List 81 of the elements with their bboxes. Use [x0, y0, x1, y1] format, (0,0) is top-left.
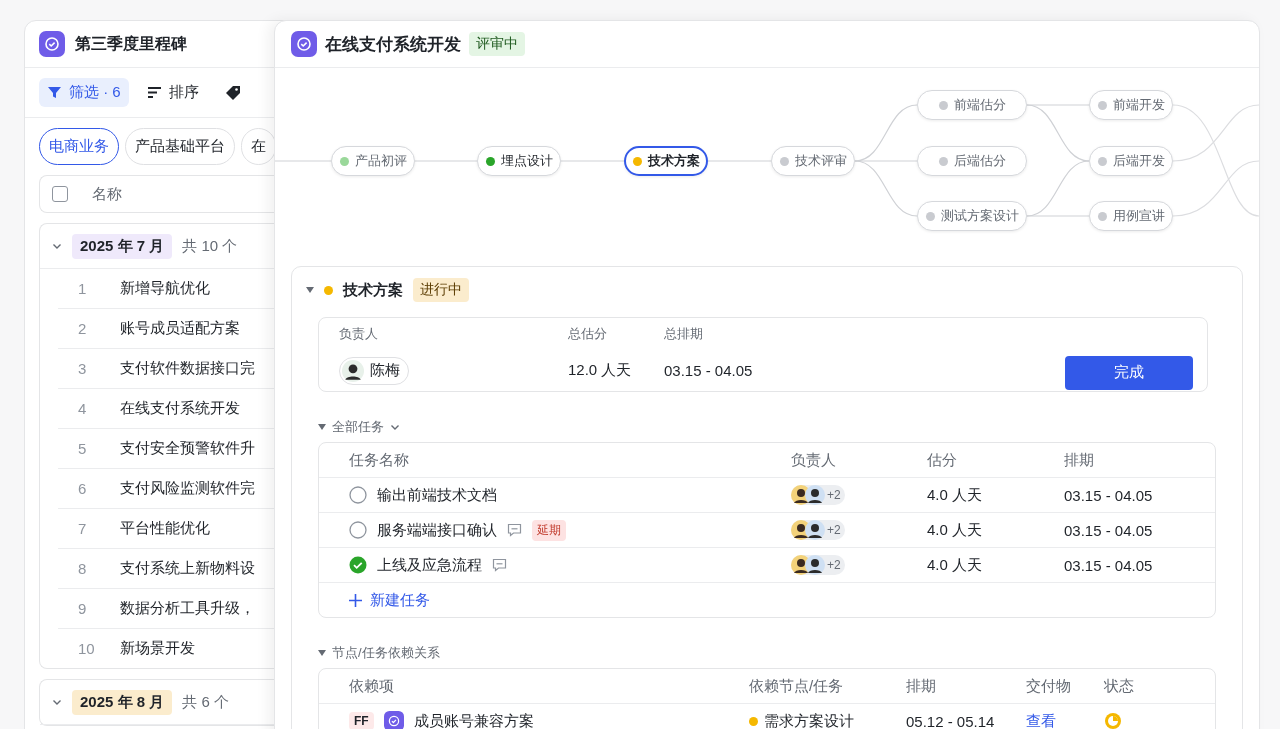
estimate-value: 12.0 人天 [568, 361, 633, 380]
estimate-cell-text: 4.0 人天 [927, 520, 984, 540]
assignee-avatars[interactable]: +2 [791, 520, 845, 540]
group-count: 共 10 个 [182, 236, 238, 256]
flow-node[interactable]: 测试方案设计 [917, 201, 1027, 231]
row-number: 3 [77, 360, 88, 377]
task-name[interactable]: 输出前端技术文档 [377, 485, 497, 505]
row-number: 7 [77, 520, 88, 537]
milestone-name[interactable]: 新场景开发 [120, 639, 195, 658]
column-header: 排期 [906, 676, 937, 696]
row-number: 10 [77, 640, 96, 657]
column-header: 名称 [92, 184, 122, 204]
column-header: 状态 [1104, 676, 1135, 696]
dependency-type-tag: FF [349, 712, 374, 729]
schedule-value: 03.15 - 04.05 [664, 362, 754, 379]
row-number: 9 [77, 600, 88, 617]
flow-node[interactable]: 前端开发 [1089, 90, 1173, 120]
flow-node[interactable]: 技术方案 [624, 146, 708, 176]
filter-button[interactable]: 筛选 · 6 [39, 78, 129, 107]
new-task-button[interactable]: 新建任务 [349, 590, 791, 610]
status-tag: 进行中 [413, 278, 469, 302]
field-label: 负责人 [339, 325, 379, 343]
flow-node[interactable]: 前端估分 [917, 90, 1027, 120]
schedule-cell-text: 05.12 - 05.14 [906, 712, 996, 729]
status-tag: 评审中 [469, 32, 525, 56]
filter-chip[interactable]: 电商业务 [39, 128, 119, 165]
assignee-avatars[interactable]: +2 [791, 485, 845, 505]
flow-node[interactable]: 后端开发 [1089, 146, 1173, 176]
panel-title: 在线支付系统开发 [325, 33, 461, 56]
milestone-name[interactable]: 账号成员适配方案 [120, 319, 240, 338]
column-header: 排期 [1064, 450, 1095, 470]
column-header: 负责人 [791, 450, 837, 470]
estimate-cell-text: 4.0 人天 [927, 485, 984, 505]
row-number: 5 [77, 440, 88, 457]
column-header: 估分 [927, 450, 958, 470]
field-label: 总排期 [664, 325, 704, 343]
column-header: 依赖节点/任务 [749, 676, 845, 696]
milestone-name[interactable]: 平台性能优化 [120, 519, 210, 538]
schedule-cell-text: 03.15 - 04.05 [1064, 521, 1154, 539]
milestone-name[interactable]: 支付风险监测软件完 [120, 479, 255, 498]
milestone-name[interactable]: 新增导航优化 [120, 279, 210, 298]
column-header: 交付物 [1026, 676, 1072, 696]
group-title: 2025 年 8 月 [72, 689, 173, 715]
group-title: 2025 年 7 月 [72, 233, 173, 259]
milestone-name[interactable]: 数据分析工具升级， [120, 599, 255, 618]
node-title: 技术方案 [343, 280, 403, 300]
field-label: 总估分 [568, 325, 608, 343]
flow-node[interactable]: 产品初评 [331, 146, 415, 176]
group-count: 共 6 个 [182, 692, 229, 712]
assignee-avatars[interactable]: +2 [791, 555, 845, 575]
task-name[interactable]: 服务端端接口确认 [377, 520, 497, 540]
task-name[interactable]: 上线及应急流程 [377, 555, 482, 575]
column-header: 依赖项 [349, 676, 395, 696]
row-number: 8 [77, 560, 88, 577]
section-title: 全部任务 [332, 418, 384, 436]
row-number: 4 [77, 400, 88, 417]
sort-button[interactable]: 排序 [138, 78, 207, 107]
flow-node[interactable]: 埋点设计 [477, 146, 561, 176]
dependency-name[interactable]: 成员账号兼容方案 [413, 711, 534, 729]
row-number: 2 [77, 320, 88, 337]
complete-button[interactable]: 完成 [1065, 355, 1193, 390]
estimate-cell-text: 4.0 人天 [927, 555, 984, 575]
milestone-name[interactable]: 支付安全预警软件升 [120, 439, 255, 458]
filter-chip[interactable]: 在 [241, 128, 276, 165]
view-link[interactable]: 查看 [1026, 711, 1104, 729]
row-number: 1 [77, 280, 88, 297]
flow-node[interactable]: 用例宣讲 [1089, 201, 1173, 231]
dependency-node[interactable]: 需求方案设计 [764, 711, 854, 729]
filter-chip[interactable]: 产品基础平台 [125, 128, 235, 165]
flow-node[interactable]: 后端估分 [917, 146, 1027, 176]
milestone-name[interactable]: 在线支付系统开发 [120, 399, 240, 418]
schedule-cell-text: 03.15 - 04.05 [1064, 556, 1154, 574]
column-header: 任务名称 [349, 450, 410, 470]
section-title: 节点/任务依赖关系 [332, 644, 440, 662]
flow-node[interactable]: 技术评审 [771, 146, 855, 176]
panel-title: 第三季度里程碑 [75, 33, 187, 54]
row-number: 6 [77, 480, 88, 497]
milestone-name[interactable]: 支付软件数据接口完 [120, 359, 255, 378]
delay-tag: 延期 [532, 519, 566, 541]
schedule-cell-text: 03.15 - 04.05 [1064, 486, 1154, 504]
milestone-name[interactable]: 支付系统上新物料设 [120, 559, 255, 578]
